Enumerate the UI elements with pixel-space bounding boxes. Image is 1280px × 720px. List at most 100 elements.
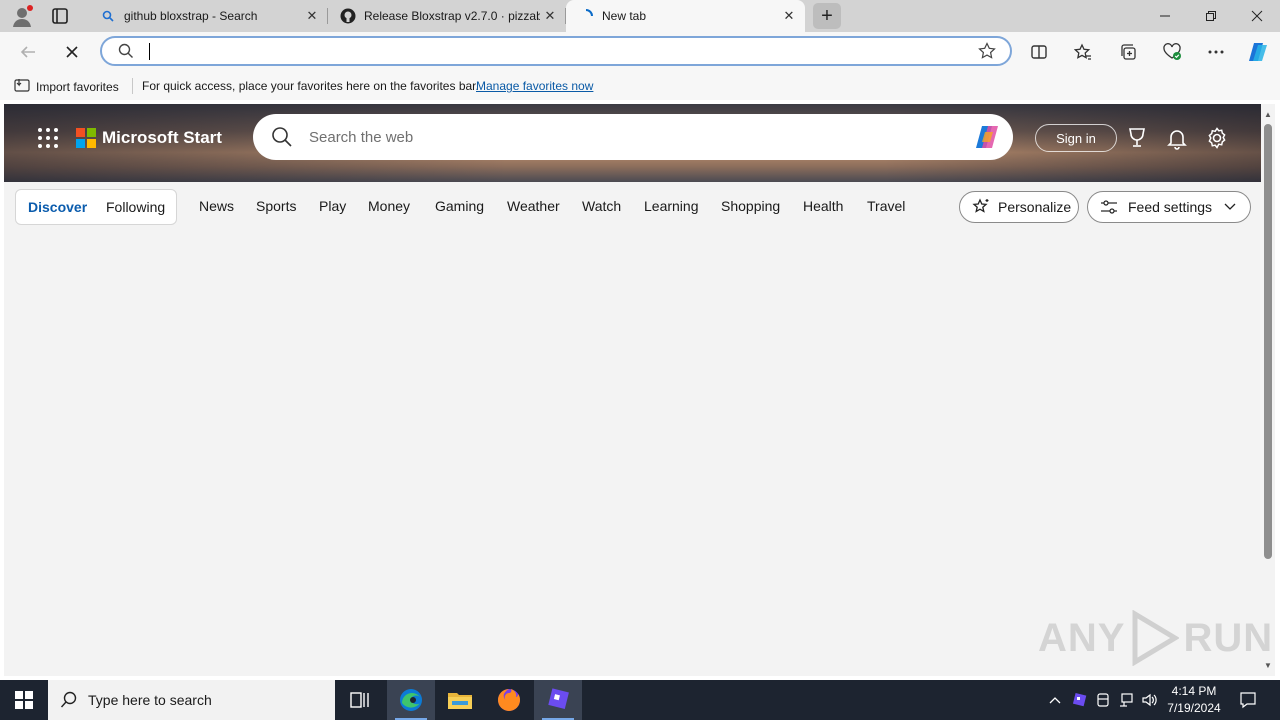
tab-title: github bloxstrap - Search [124,9,258,23]
feed-segment-control: Discover Following [15,189,177,225]
search-icon [100,8,116,24]
nav-sports[interactable]: Sports [256,198,296,214]
nav-travel[interactable]: Travel [867,198,905,214]
rewards-trophy-icon[interactable] [1125,126,1149,150]
loading-icon [578,8,594,24]
clock-time: 4:14 PM [1171,684,1217,698]
close-tab-icon[interactable]: ✕ [779,6,799,26]
tab-discover[interactable]: Discover [28,199,87,215]
github-icon [340,8,356,24]
bloxstrap-icon[interactable] [534,680,582,720]
search-icon [118,43,134,64]
nav-watch[interactable]: Watch [582,198,621,214]
profile-avatar-icon[interactable] [10,4,34,28]
action-center-icon[interactable] [1238,690,1258,710]
minimize-icon[interactable] [1142,0,1188,32]
address-bar[interactable] [100,36,1012,66]
taskbar: Type here to search 4:14 PM 7/19/2024 [0,680,1280,720]
collections-icon[interactable] [1114,38,1142,66]
show-hidden-icons-chevron-icon[interactable] [1045,690,1065,710]
add-favorite-star-icon[interactable] [978,42,996,65]
manage-favorites-link[interactable]: Manage favorites now [476,79,593,93]
page-scrollbar[interactable]: ▲ ▼ [1261,104,1275,676]
clock-date: 7/19/2024 [1167,701,1221,715]
tab-title: Release Bloxstrap v2.7.0 · pizzabo [364,9,540,23]
watermark-text-left: ANY [1038,615,1126,660]
tab-strip: github bloxstrap - Search ✕ Release Blox… [0,0,1280,32]
text-caret [149,43,150,60]
search-icon [60,691,78,714]
nav-shopping[interactable]: Shopping [721,198,780,214]
play-triangle-icon [1132,610,1180,666]
search-placeholder: Search the web [309,129,414,146]
network-icon[interactable] [1116,690,1136,710]
tab-title: New tab [602,9,647,23]
back-icon[interactable] [14,38,42,66]
windows-start-icon[interactable] [0,680,48,720]
nav-money[interactable]: Money [368,198,410,214]
volume-icon[interactable] [1140,690,1160,710]
tab-search[interactable]: github bloxstrap - Search ✕ [88,0,328,32]
nav-weather[interactable]: Weather [507,198,560,214]
nav-gaming[interactable]: Gaming [435,198,484,214]
taskbar-search-label: Type here to search [88,692,212,708]
hero-banner: Microsoft Start Search the web Sign in [4,104,1261,182]
scroll-up-arrow-icon[interactable]: ▲ [1264,110,1272,119]
tab-github-release[interactable]: Release Bloxstrap v2.7.0 · pizzabo ✕ [328,0,566,32]
feed-settings-label: Feed settings [1128,199,1213,215]
close-tab-icon[interactable]: ✕ [302,6,322,26]
nav-health[interactable]: Health [803,198,843,214]
device-tray-icon[interactable] [1093,690,1113,710]
sparkle-star-icon [972,198,990,216]
import-favorites-label: Import favorites [36,79,119,94]
tab-following[interactable]: Following [106,199,165,215]
tab-actions-icon[interactable] [48,4,72,28]
import-icon [14,78,30,95]
notifications-bell-icon[interactable] [1165,126,1189,150]
import-favorites-button[interactable]: Import favorites [14,78,119,95]
copilot-icon[interactable] [973,122,1003,152]
divider [132,78,133,94]
scrollbar-thumb[interactable] [1264,124,1272,559]
more-options-icon[interactable] [1202,38,1230,66]
favorites-bar: Import favorites For quick access, place… [0,72,1280,100]
settings-gear-icon[interactable] [1205,126,1229,150]
edge-browser-icon[interactable] [387,680,435,720]
anyrun-watermark: ANY RUN [1038,610,1273,666]
personalize-button[interactable]: Personalize [959,191,1079,223]
file-explorer-icon[interactable] [436,680,484,720]
new-tab-button[interactable]: + [813,3,841,29]
split-screen-icon[interactable] [1025,38,1053,66]
feed-settings-button[interactable]: Feed settings [1087,191,1251,223]
system-clock[interactable]: 4:14 PM 7/19/2024 [1164,683,1224,717]
nav-news[interactable]: News [199,198,234,214]
personalize-label: Personalize [998,199,1072,215]
browser-essentials-icon[interactable] [1158,38,1186,66]
browser-toolbar [0,32,1280,72]
copilot-icon[interactable] [1244,38,1272,66]
nav-learning[interactable]: Learning [644,198,699,214]
watermark-text-right: RUN [1183,615,1274,660]
firefox-icon[interactable] [485,680,533,720]
chevron-down-icon [1224,203,1236,211]
favorites-icon[interactable] [1069,38,1097,66]
favorites-bar-message: For quick access, place your favorites h… [142,79,479,93]
tab-new-tab[interactable]: New tab ✕ [566,0,805,32]
address-input[interactable] [148,41,968,61]
search-icon [271,126,293,153]
close-window-icon[interactable] [1234,0,1280,32]
nav-play[interactable]: Play [319,198,346,214]
web-search-box[interactable]: Search the web [253,114,1013,160]
new-tab-page: Microsoft Start Search the web Sign in D… [4,104,1261,676]
brand-title[interactable]: Microsoft Start [102,128,222,148]
restore-icon[interactable] [1188,0,1234,32]
sliders-icon [1100,199,1118,215]
stop-loading-icon[interactable] [58,38,86,66]
microsoft-logo-icon [76,128,96,148]
task-view-icon[interactable] [336,680,384,720]
app-launcher-icon[interactable] [38,128,58,148]
sign-in-button[interactable]: Sign in [1035,124,1117,152]
taskbar-search-box[interactable]: Type here to search [48,680,335,720]
bloxstrap-tray-icon[interactable] [1069,690,1089,710]
close-tab-icon[interactable]: ✕ [540,6,560,26]
